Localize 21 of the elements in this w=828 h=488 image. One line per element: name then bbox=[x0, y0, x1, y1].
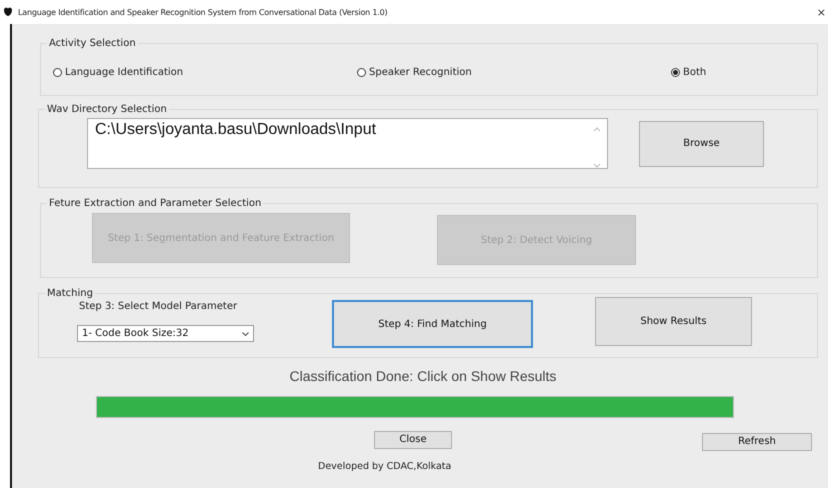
radio-option[interactable]: Language Identification bbox=[53, 67, 357, 78]
refresh-button[interactable]: Refresh bbox=[702, 432, 812, 450]
group-title: Wav Directory Selection bbox=[46, 104, 168, 115]
browse-button[interactable]: Browse bbox=[639, 120, 764, 166]
radio-option[interactable]: Speaker Recognition bbox=[357, 67, 671, 78]
close-icon[interactable]: × bbox=[816, 6, 826, 18]
status-message: Classification Done: Click on Show Results bbox=[288, 368, 558, 384]
group-title: Activity Selection bbox=[48, 38, 137, 49]
find-matching-button[interactable]: Step 4: Find Matching bbox=[332, 300, 533, 348]
parameter-label: Step 3: Select Model Parameter bbox=[79, 301, 238, 312]
app-icon bbox=[3, 7, 13, 17]
close-button[interactable]: Close bbox=[374, 430, 452, 448]
show-results-button[interactable]: Show Results bbox=[595, 297, 752, 346]
radio-option[interactable]: Both bbox=[671, 67, 817, 78]
group-title: Feture Extraction and Parameter Selection bbox=[48, 198, 262, 209]
footer-text: Developed by CDAC,Kolkata bbox=[318, 461, 452, 472]
chevron-down-icon bbox=[242, 332, 249, 336]
window-title: Language Identification and Speaker Recognition System from Conversational Data (Version 1.0) bbox=[18, 8, 388, 16]
group-title: Matching bbox=[46, 288, 94, 299]
directory-field[interactable]: C:\Users\joyanta.basu\Downloads\Input bbox=[87, 118, 608, 169]
parameter-dropdown[interactable]: 1- Code Book Size:32 bbox=[77, 325, 254, 342]
